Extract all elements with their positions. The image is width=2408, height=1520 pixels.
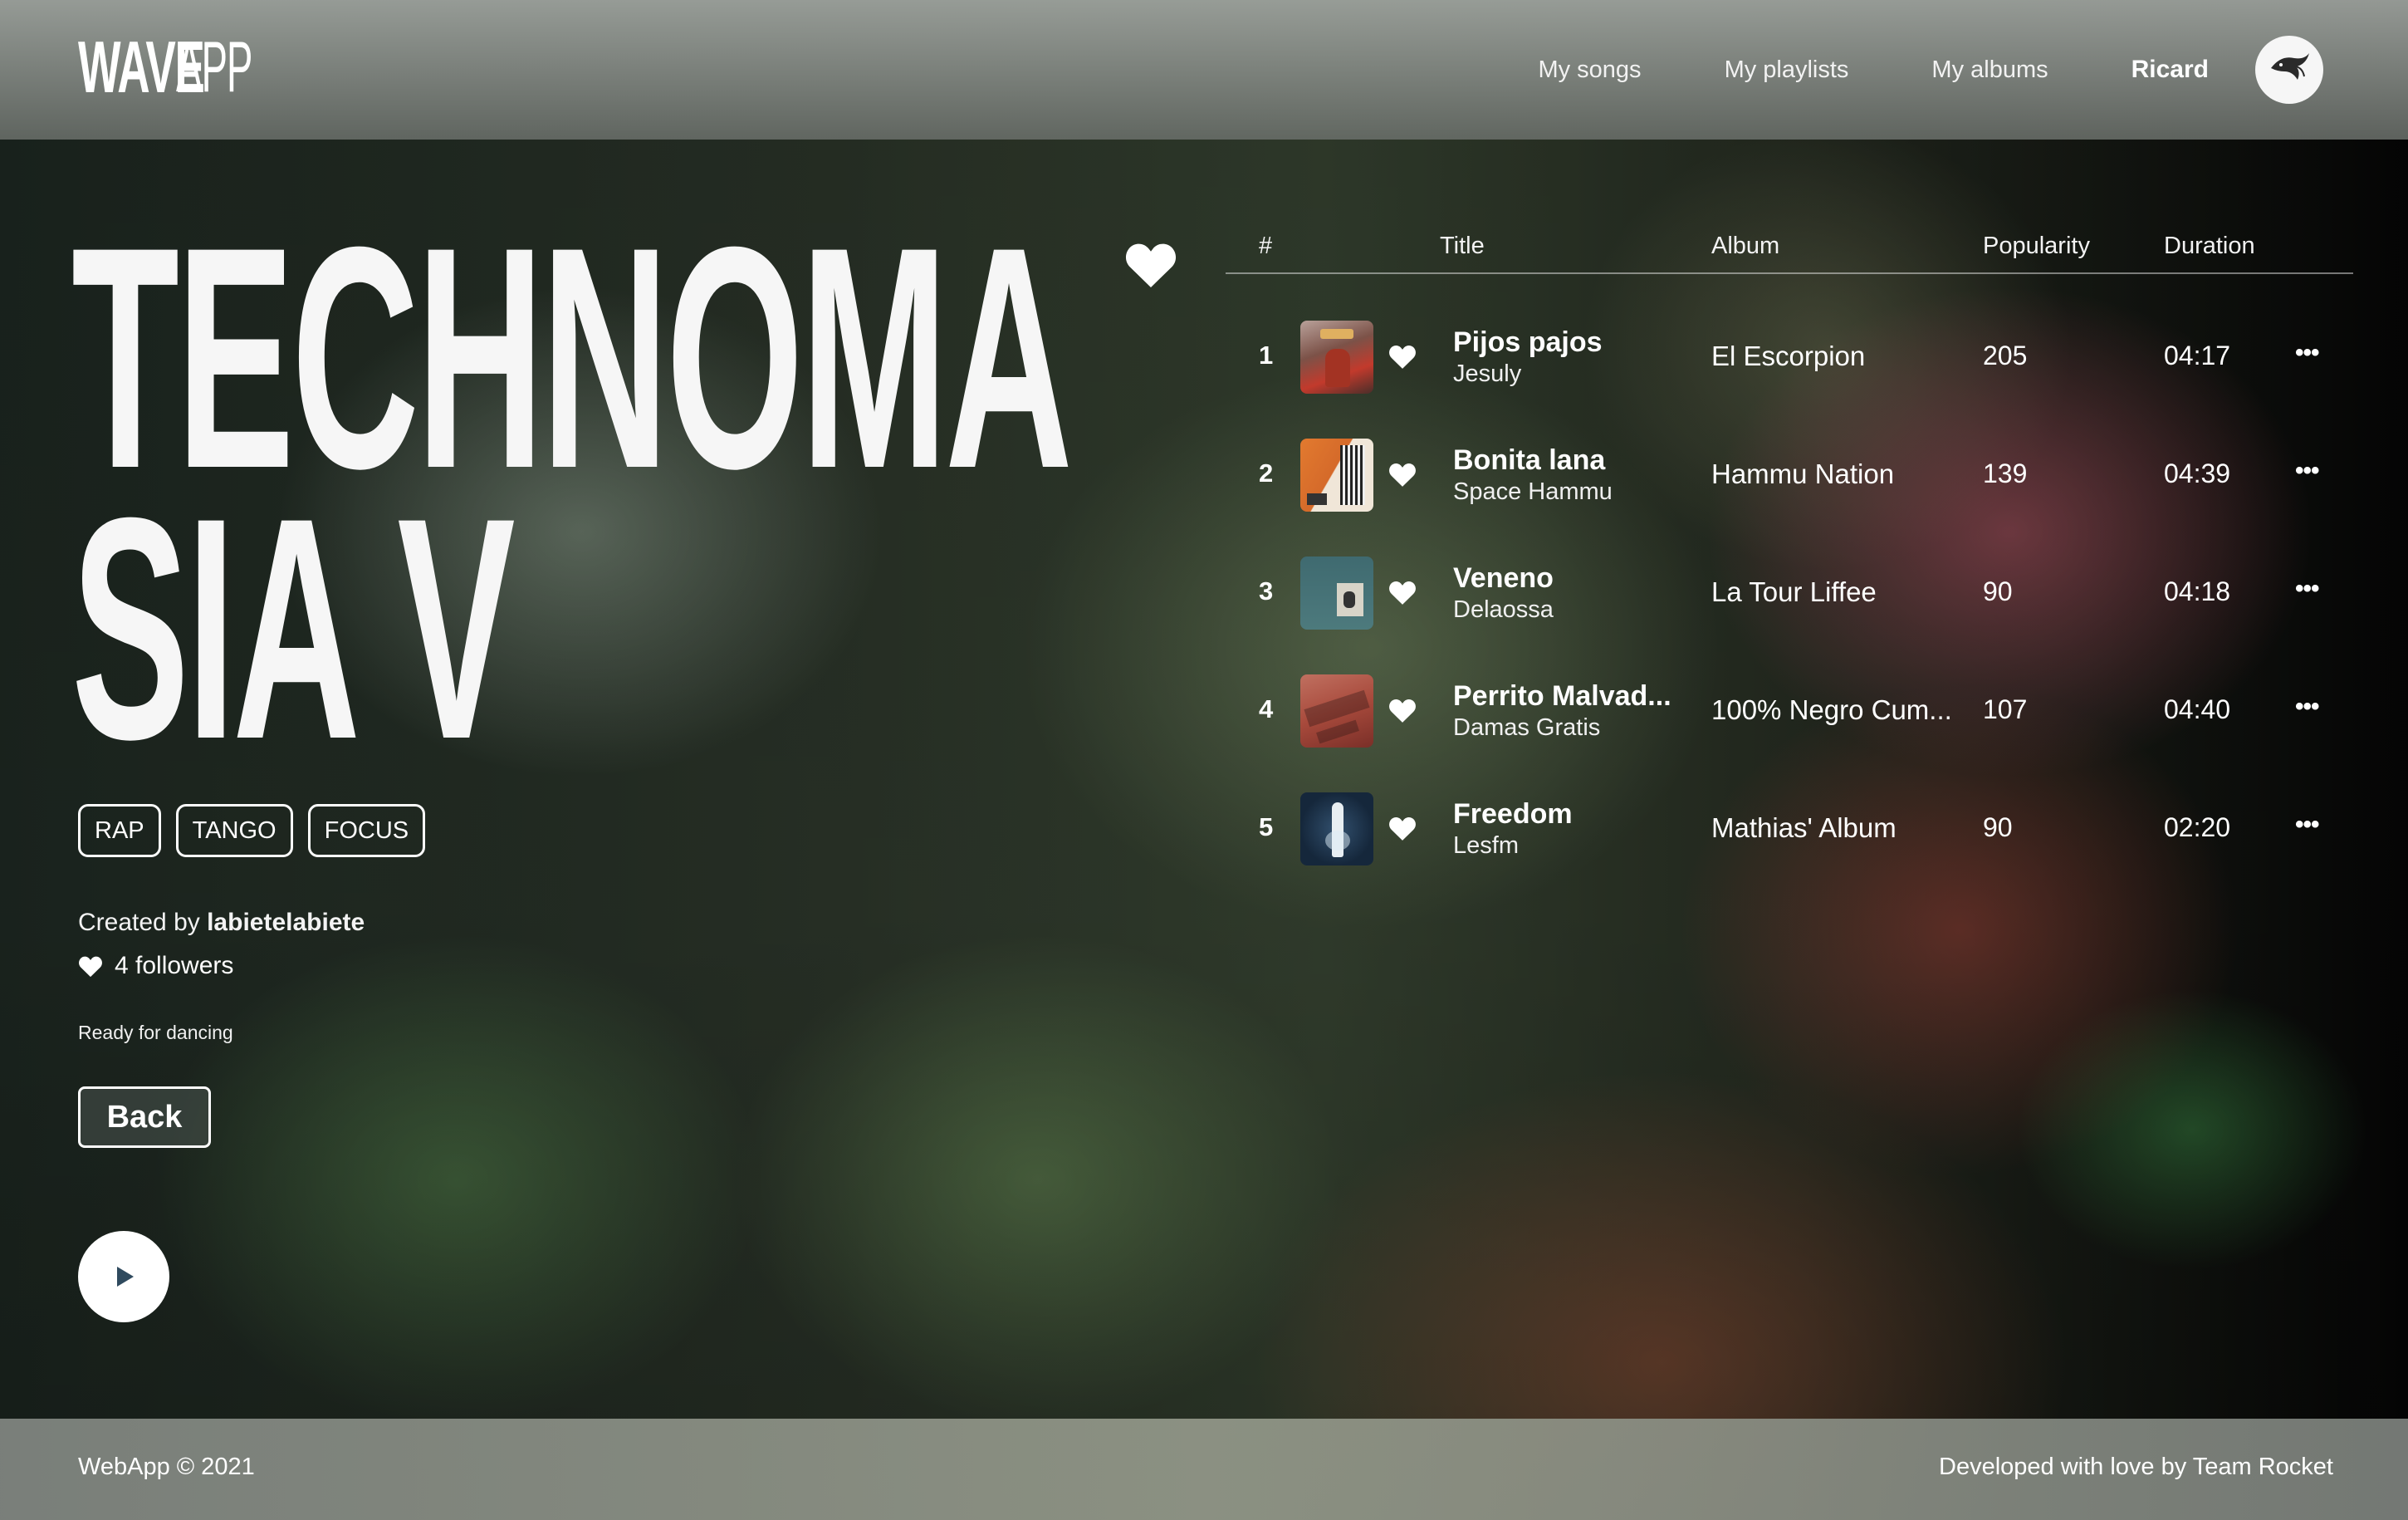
created-by: Created by labietelabiete	[78, 909, 365, 937]
song-duration: 04:40	[2164, 694, 2231, 724]
album-cover	[1300, 439, 1373, 512]
track-number: 4	[1259, 694, 1274, 723]
song-album[interactable]: 100% Negro Cum...	[1711, 694, 1952, 726]
table-body: 1 Pijos pajos Jesuly El Escorpion 205 04…	[1226, 299, 2353, 889]
col-header-album[interactable]: Album	[1711, 233, 1779, 260]
logo-bold-text: WAVE	[78, 26, 205, 108]
play-button[interactable]	[78, 1231, 169, 1322]
more-icon[interactable]: •••	[2295, 811, 2319, 839]
col-header-title[interactable]: Title	[1440, 233, 1485, 260]
album-cover	[1300, 674, 1373, 748]
playlist-title-line2: SIA V	[71, 452, 515, 805]
tag-rap[interactable]: RAP	[78, 804, 161, 857]
song-album[interactable]: La Tour Liffee	[1711, 576, 1877, 608]
song-title[interactable]: Bonita lana	[1453, 444, 1613, 477]
heart-icon[interactable]	[1388, 580, 1417, 606]
followers-count: 4 followers	[78, 952, 233, 980]
track-number: 1	[1259, 341, 1274, 370]
creator-name[interactable]: labietelabiete	[207, 909, 365, 936]
song-popularity: 139	[1983, 458, 2028, 488]
song-popularity: 90	[1983, 576, 2013, 606]
album-cover	[1300, 321, 1373, 394]
nav-menu: My songs My playlists My albums Ricard	[1538, 0, 2323, 140]
song-duration: 04:18	[2164, 576, 2231, 606]
tracks-table: # Title Album Popularity Duration 1 Pijo…	[1226, 226, 2353, 865]
song-duration: 04:39	[2164, 458, 2231, 488]
nav-my-playlists[interactable]: My playlists	[1725, 56, 1849, 84]
song-artist[interactable]: Damas Gratis	[1453, 713, 1671, 743]
avatar[interactable]	[2255, 36, 2323, 104]
song-popularity: 90	[1983, 812, 2013, 842]
song-artist[interactable]: Delaossa	[1453, 595, 1554, 625]
playlist-title: TECHNOMA SIA V	[71, 200, 1073, 787]
song-info: Bonita lana Space Hammu	[1453, 444, 1613, 507]
footer-credits: Developed with love by Team Rocket	[1939, 1454, 2333, 1480]
track-number: 5	[1259, 812, 1274, 841]
table-row[interactable]: 2 Bonita lana Space Hammu Hammu Nation 1…	[1226, 417, 2353, 535]
song-artist[interactable]: Jesuly	[1453, 359, 1603, 389]
heart-icon[interactable]	[1388, 344, 1417, 370]
more-icon[interactable]: •••	[2295, 693, 2319, 721]
song-artist[interactable]: Lesfm	[1453, 831, 1573, 861]
song-title[interactable]: Perrito Malvad...	[1453, 679, 1671, 713]
created-by-label: Created by	[78, 909, 200, 936]
footer: WebApp © 2021 Developed with love by Tea…	[0, 1419, 2408, 1520]
table-row[interactable]: 5 Freedom Lesfm Mathias' Album 90 02:20 …	[1226, 771, 2353, 889]
heart-icon[interactable]	[1388, 698, 1417, 723]
genre-tags: RAP TANGO FOCUS	[78, 804, 426, 857]
song-info: Perrito Malvad... Damas Gratis	[1453, 679, 1671, 743]
song-duration: 04:17	[2164, 341, 2231, 370]
nav-my-songs[interactable]: My songs	[1538, 56, 1641, 84]
heart-icon[interactable]	[1124, 241, 1177, 289]
song-title[interactable]: Veneno	[1453, 561, 1554, 595]
followers-label: 4 followers	[115, 952, 234, 979]
heart-icon[interactable]	[1388, 462, 1417, 488]
footer-copyright: WebApp © 2021	[78, 1454, 255, 1480]
more-icon[interactable]: •••	[2295, 575, 2319, 603]
song-album[interactable]: Mathias' Album	[1711, 812, 1897, 844]
song-info: Pijos pajos Jesuly	[1453, 326, 1603, 389]
app-logo[interactable]: WAVE APP	[78, 26, 314, 108]
more-icon[interactable]: •••	[2295, 457, 2319, 485]
back-button[interactable]: Back	[78, 1086, 211, 1148]
nav-my-albums[interactable]: My albums	[1931, 56, 2048, 84]
tag-tango[interactable]: TANGO	[175, 804, 293, 857]
heart-icon[interactable]	[1388, 816, 1417, 841]
playlist-description: Ready for dancing	[78, 1022, 233, 1043]
table-row[interactable]: 4 Perrito Malvad... Damas Gratis 100% Ne…	[1226, 653, 2353, 771]
song-album[interactable]: Hammu Nation	[1711, 458, 1894, 490]
col-header-duration[interactable]: Duration	[2164, 233, 2255, 260]
album-cover	[1300, 557, 1373, 630]
song-popularity: 205	[1983, 341, 2028, 370]
play-icon	[117, 1267, 134, 1287]
more-icon[interactable]: •••	[2295, 339, 2319, 367]
track-number: 2	[1259, 458, 1274, 488]
table-row[interactable]: 3 Veneno Delaossa La Tour Liffee 90 04:1…	[1226, 535, 2353, 653]
table-header: # Title Album Popularity Duration	[1226, 226, 2353, 274]
song-info: Freedom Lesfm	[1453, 797, 1573, 861]
heart-icon	[79, 956, 102, 977]
song-info: Veneno Delaossa	[1453, 561, 1554, 625]
avatar-bird-icon	[2271, 53, 2309, 80]
song-title[interactable]: Freedom	[1453, 797, 1573, 831]
top-navbar: WAVE APP My songs My playlists My albums …	[0, 0, 2408, 140]
album-cover	[1300, 792, 1373, 865]
tag-focus[interactable]: FOCUS	[307, 804, 426, 857]
song-duration: 02:20	[2164, 812, 2231, 842]
user-name[interactable]: Ricard	[2131, 56, 2209, 84]
col-header-popularity[interactable]: Popularity	[1983, 233, 2090, 260]
logo-thin-text: APP	[176, 27, 252, 107]
col-header-num: #	[1259, 233, 1273, 259]
table-row[interactable]: 1 Pijos pajos Jesuly El Escorpion 205 04…	[1226, 299, 2353, 417]
song-artist[interactable]: Space Hammu	[1453, 477, 1613, 507]
track-number: 3	[1259, 576, 1274, 606]
song-popularity: 107	[1983, 694, 2028, 724]
song-title[interactable]: Pijos pajos	[1453, 326, 1603, 359]
song-album[interactable]: El Escorpion	[1711, 341, 1865, 372]
